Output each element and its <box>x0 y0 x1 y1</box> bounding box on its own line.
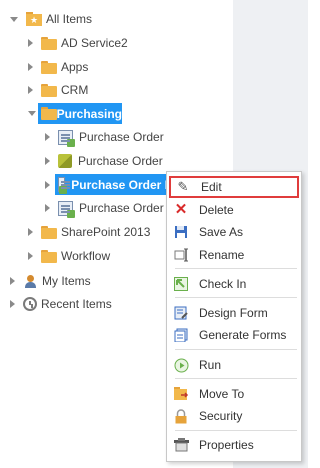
all-items-icon <box>26 12 42 26</box>
menu-separator <box>175 268 297 269</box>
menu-item-move-to[interactable]: Move To <box>169 383 299 405</box>
save-icon <box>173 224 189 240</box>
menu-item-label: Save As <box>199 225 244 239</box>
menu-item-properties[interactable]: Properties <box>169 434 299 456</box>
tree-item-purchase-order-i-selected[interactable]: Purchase Order I <box>55 174 168 195</box>
tree-item-purchase-order-form[interactable]: Purchase Order <box>45 127 164 147</box>
folder-icon <box>41 107 57 120</box>
menu-separator <box>175 378 297 379</box>
check-in-icon <box>173 276 189 292</box>
menu-item-label: Delete <box>199 203 234 217</box>
menu-item-run[interactable]: Run <box>169 354 299 376</box>
menu-item-label: Run <box>199 358 222 372</box>
tree-node-label: AD Service2 <box>61 36 128 50</box>
tree-node-label: SharePoint 2013 <box>61 225 151 239</box>
context-menu: ✎ Edit ✕ Delete Save As Rename Check In … <box>166 171 302 462</box>
expand-arrow-icon[interactable] <box>28 228 33 236</box>
folder-icon <box>41 60 57 74</box>
tree-node-label: CRM <box>61 83 89 97</box>
tree-node-label: All Items <box>46 12 93 26</box>
tree-node-label: Workflow <box>61 249 111 263</box>
tree-node-label: Purchase Order I <box>71 177 168 192</box>
expand-arrow-icon[interactable] <box>10 277 15 285</box>
form-icon <box>58 129 75 147</box>
menu-item-security[interactable]: Security <box>169 405 299 427</box>
menu-item-design-form[interactable]: Design Form <box>169 302 299 324</box>
menu-item-generate-forms[interactable]: Generate Forms <box>169 324 299 346</box>
tree-item-crm[interactable]: CRM <box>28 80 88 100</box>
form-icon <box>58 200 75 218</box>
expand-arrow-icon[interactable] <box>45 133 50 141</box>
clock-icon <box>23 297 37 311</box>
tree-root-my-items[interactable]: My Items <box>10 271 91 291</box>
expand-arrow-icon[interactable] <box>28 39 33 47</box>
tree-node-label: Purchase Order L <box>79 201 174 215</box>
folder-icon <box>41 83 57 97</box>
tree-node-label: Purchasing <box>56 106 122 121</box>
move-to-icon <box>173 386 189 402</box>
menu-separator <box>175 349 297 350</box>
tree-node-label: Purchase Order <box>78 154 163 168</box>
menu-item-rename[interactable]: Rename <box>169 244 299 266</box>
form-icon <box>58 177 71 194</box>
folder-icon <box>41 36 57 50</box>
expand-arrow-icon[interactable] <box>45 157 50 165</box>
tree-node-label: Recent Items <box>41 297 112 311</box>
rename-icon <box>173 247 189 263</box>
tree-item-purchase-order-l[interactable]: Purchase Order L <box>45 198 174 218</box>
tree-root-recent-items[interactable]: Recent Items <box>10 294 112 314</box>
tree-item-apps[interactable]: Apps <box>28 57 88 77</box>
expand-arrow-icon[interactable] <box>28 86 33 94</box>
generate-forms-icon <box>173 327 189 343</box>
expand-arrow-icon[interactable] <box>45 181 50 189</box>
menu-item-label: Rename <box>199 248 245 262</box>
tree-item-purchasing-arrow[interactable] <box>28 103 36 123</box>
menu-item-label: Generate Forms <box>199 328 287 342</box>
tree-item-ad-service2[interactable]: AD Service2 <box>28 33 128 53</box>
smartobject-icon <box>58 154 72 168</box>
expand-arrow-icon[interactable] <box>28 63 33 71</box>
design-form-icon <box>173 305 189 321</box>
folder-icon <box>41 249 57 263</box>
tree-root-all-items[interactable]: All Items <box>10 9 92 29</box>
folder-icon <box>41 225 57 239</box>
menu-item-edit[interactable]: ✎ Edit <box>169 176 299 198</box>
expand-arrow-icon[interactable] <box>28 252 33 260</box>
menu-item-label: Move To <box>199 387 245 401</box>
tree-node-label: Purchase Order <box>79 130 164 144</box>
expand-arrow-icon[interactable] <box>10 16 18 22</box>
run-icon <box>173 357 189 373</box>
tree-item-sharepoint-2013[interactable]: SharePoint 2013 <box>28 222 150 242</box>
collapse-arrow-icon[interactable] <box>28 110 36 116</box>
menu-item-save-as[interactable]: Save As <box>169 221 299 243</box>
menu-separator <box>175 297 297 298</box>
pencil-icon: ✎ <box>177 179 189 194</box>
tree-item-purchasing[interactable]: Purchasing <box>38 103 122 124</box>
properties-icon <box>173 437 189 453</box>
menu-item-check-in[interactable]: Check In <box>169 273 299 295</box>
menu-item-label: Edit <box>201 180 222 194</box>
expand-arrow-icon[interactable] <box>10 300 15 308</box>
tree-node-label: Apps <box>61 60 89 74</box>
menu-item-label: Design Form <box>199 306 268 320</box>
menu-item-label: Check In <box>199 277 247 291</box>
tree-node-label: My Items <box>42 274 91 288</box>
expand-arrow-icon[interactable] <box>45 204 50 212</box>
menu-item-label: Security <box>199 409 243 423</box>
tree-item-purchase-order-smartobject[interactable]: Purchase Order <box>45 151 163 171</box>
user-icon <box>23 274 38 289</box>
tree-item-workflow[interactable]: Workflow <box>28 246 110 266</box>
menu-separator <box>175 430 297 431</box>
lock-icon <box>173 408 189 424</box>
delete-x-icon: ✕ <box>174 201 188 218</box>
menu-item-delete[interactable]: ✕ Delete <box>169 199 299 221</box>
menu-item-label: Properties <box>199 438 254 452</box>
